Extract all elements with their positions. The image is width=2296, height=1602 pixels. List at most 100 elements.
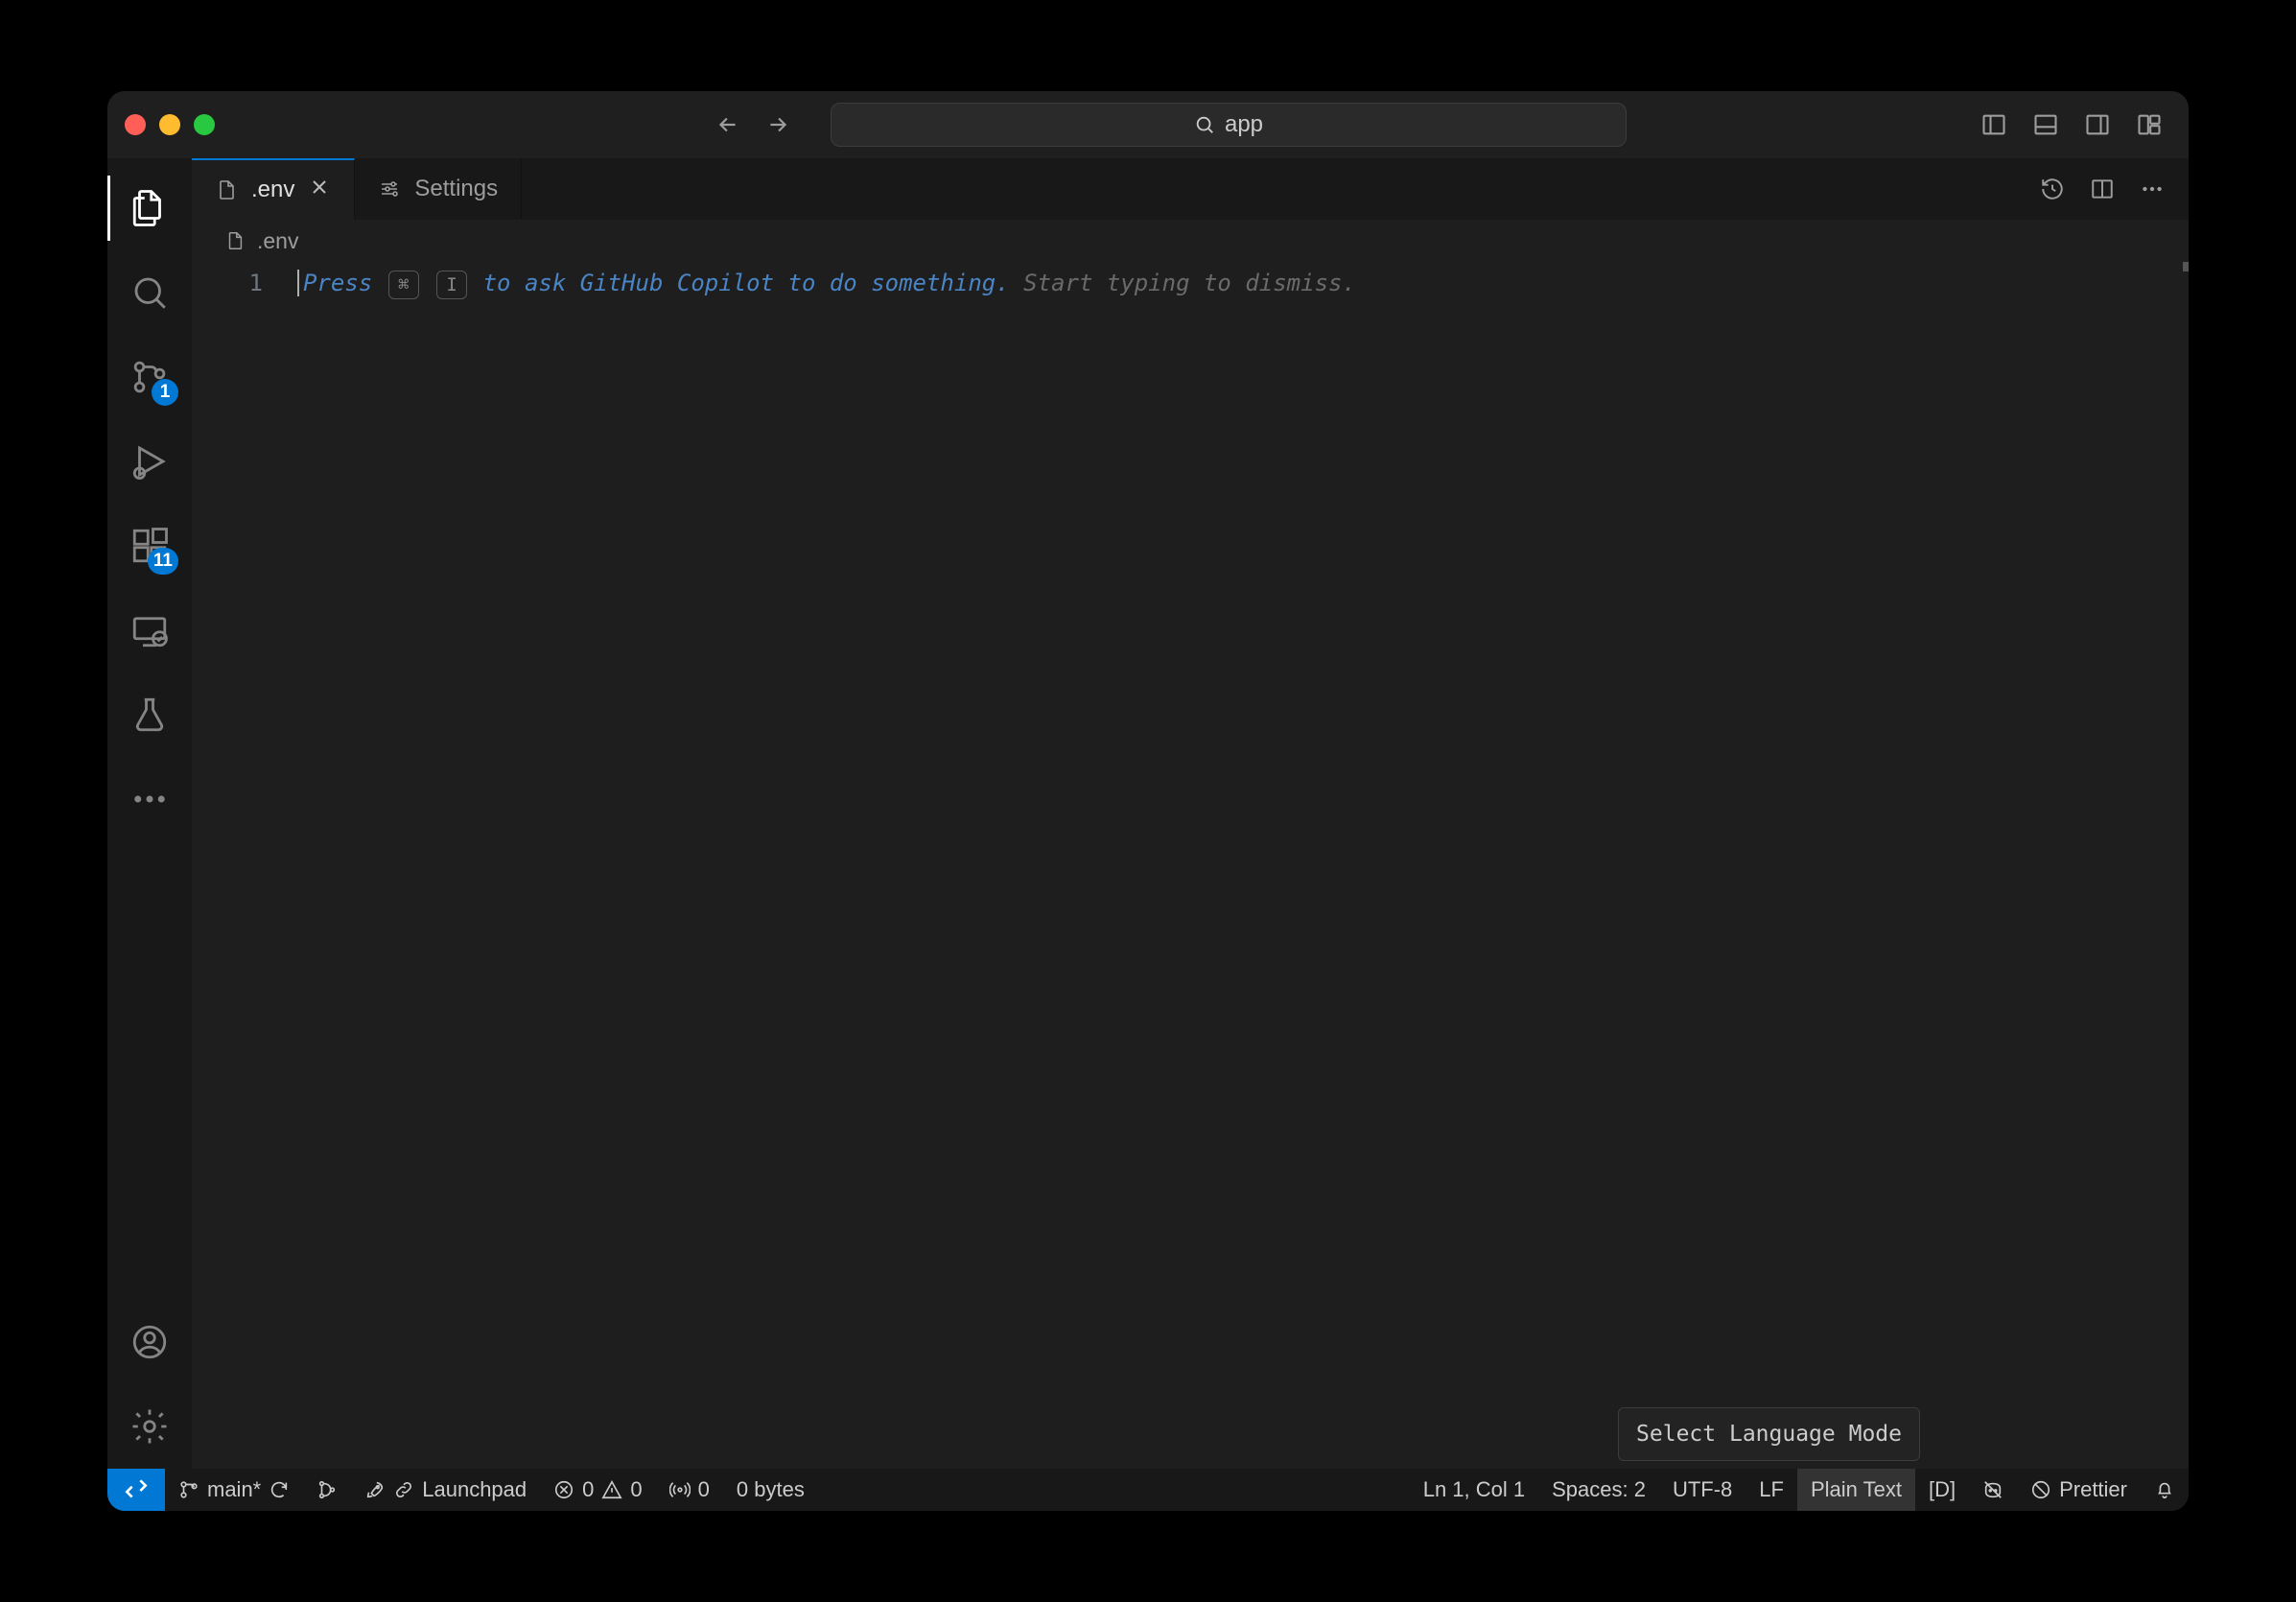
status-filesize[interactable]: 0 bytes: [723, 1469, 818, 1511]
ghost-text-copilot: to ask GitHub Copilot to do something.: [483, 270, 1010, 296]
activity-search[interactable]: [107, 250, 192, 335]
status-git-branch[interactable]: main*: [165, 1469, 303, 1511]
nav-forward-button[interactable]: [758, 105, 798, 145]
breadcrumb[interactable]: .env: [192, 220, 2189, 262]
toggle-panel-button[interactable]: [2024, 103, 2068, 147]
text-editor[interactable]: 1 Press ⌘ I to ask GitHub Copilot to do …: [192, 262, 2189, 1469]
status-indentation[interactable]: Spaces: 2: [1538, 1469, 1659, 1511]
activity-explorer[interactable]: [107, 166, 192, 250]
language-label: Plain Text: [1811, 1477, 1902, 1502]
activity-testing[interactable]: [107, 672, 192, 757]
split-icon: [2090, 177, 2115, 201]
body: 1 11: [107, 158, 2189, 1469]
scm-badge: 1: [152, 379, 178, 406]
activity-more[interactable]: [107, 757, 192, 841]
tab-label: Settings: [414, 176, 498, 202]
error-count: 0: [582, 1477, 594, 1502]
remote-indicator[interactable]: [107, 1469, 165, 1511]
link-icon: [393, 1479, 414, 1500]
files-icon: [129, 188, 170, 228]
position-label: Ln 1, Col 1: [1423, 1477, 1525, 1502]
filesize-label: 0 bytes: [737, 1477, 805, 1502]
prettier-label: Prettier: [2059, 1477, 2127, 1502]
keycap-i: I: [436, 271, 467, 299]
file-icon: [224, 230, 246, 251]
ghost-text-dismiss: Start typing to dismiss.: [1023, 270, 1356, 296]
nav-back-button[interactable]: [708, 105, 748, 145]
line-gutter: 1: [192, 262, 297, 1469]
command-center-search[interactable]: app: [831, 103, 1627, 147]
eol-label: LF: [1759, 1477, 1784, 1502]
warning-count: 0: [630, 1477, 642, 1502]
git-graph-icon: [316, 1479, 338, 1500]
bell-icon: [2154, 1479, 2175, 1500]
breadcrumb-file: .env: [257, 228, 298, 254]
close-icon: [308, 176, 331, 199]
maximize-window-button[interactable]: [194, 114, 215, 135]
editor-content[interactable]: Press ⌘ I to ask GitHub Copilot to do so…: [297, 262, 2189, 1469]
remote-icon: [124, 1477, 149, 1502]
branch-name: main*: [207, 1477, 261, 1502]
status-encoding[interactable]: UTF-8: [1659, 1469, 1745, 1511]
status-ports[interactable]: 0: [656, 1469, 723, 1511]
nav-buttons: [708, 105, 798, 145]
status-cursor-position[interactable]: Ln 1, Col 1: [1410, 1469, 1538, 1511]
status-eol[interactable]: LF: [1745, 1469, 1797, 1511]
minimize-window-button[interactable]: [159, 114, 180, 135]
encoding-label: UTF-8: [1673, 1477, 1732, 1502]
remote-explorer-icon: [129, 610, 170, 650]
settings-icon: [378, 177, 401, 200]
activity-settings[interactable]: [107, 1384, 192, 1469]
status-launchpad[interactable]: Launchpad: [351, 1469, 540, 1511]
toggle-secondary-sidebar-button[interactable]: [2075, 103, 2120, 147]
minimap[interactable]: [2183, 262, 2189, 271]
timeline-button[interactable]: [2031, 168, 2073, 210]
customize-layout-button[interactable]: [2127, 103, 2171, 147]
close-window-button[interactable]: [125, 114, 146, 135]
toggle-primary-sidebar-button[interactable]: [1972, 103, 2016, 147]
line-number: 1: [192, 266, 263, 300]
tab-env-file[interactable]: .env: [192, 158, 355, 220]
status-d[interactable]: [D]: [1915, 1469, 1969, 1511]
activity-source-control[interactable]: 1: [107, 335, 192, 419]
git-branch-icon: [178, 1479, 199, 1500]
beaker-icon: [129, 695, 170, 735]
editor-group: .env Settings: [192, 158, 2189, 1469]
error-icon: [553, 1479, 574, 1500]
activity-accounts[interactable]: [107, 1300, 192, 1384]
extensions-badge: 11: [148, 548, 178, 575]
editor-more-button[interactable]: [2131, 168, 2173, 210]
activity-remote-explorer[interactable]: [107, 588, 192, 672]
status-graph[interactable]: [303, 1469, 351, 1511]
status-problems[interactable]: 0 0: [540, 1469, 656, 1511]
activity-run-debug[interactable]: [107, 419, 192, 504]
search-icon: [1194, 114, 1215, 135]
split-editor-button[interactable]: [2081, 168, 2123, 210]
gear-icon: [129, 1406, 170, 1447]
account-icon: [129, 1322, 170, 1362]
ghost-text-press: Press: [303, 270, 372, 296]
tab-close-button[interactable]: [308, 176, 331, 205]
spaces-label: Spaces: 2: [1552, 1477, 1646, 1502]
tab-settings[interactable]: Settings: [355, 158, 522, 220]
ports-count: 0: [698, 1477, 710, 1502]
window-controls: [125, 114, 215, 135]
text-cursor: [297, 270, 299, 296]
status-notifications[interactable]: [2141, 1469, 2189, 1511]
search-text: app: [1225, 111, 1263, 138]
titlebar: app: [107, 91, 2189, 158]
search-icon: [129, 272, 170, 313]
activity-extensions[interactable]: 11: [107, 504, 192, 588]
status-language-mode[interactable]: Plain Text: [1797, 1469, 1915, 1511]
tab-bar: .env Settings: [192, 158, 2189, 220]
debug-icon: [129, 441, 170, 482]
sync-icon: [269, 1479, 290, 1500]
activity-bar: 1 11: [107, 158, 192, 1469]
d-label: [D]: [1929, 1477, 1956, 1502]
keycap-cmd: ⌘: [388, 271, 419, 299]
status-copilot[interactable]: [1969, 1469, 2017, 1511]
status-prettier[interactable]: Prettier: [2017, 1469, 2141, 1511]
hover-tooltip: Select Language Mode: [1618, 1407, 1920, 1462]
rocket-icon: [364, 1479, 386, 1500]
radio-icon: [669, 1479, 691, 1500]
